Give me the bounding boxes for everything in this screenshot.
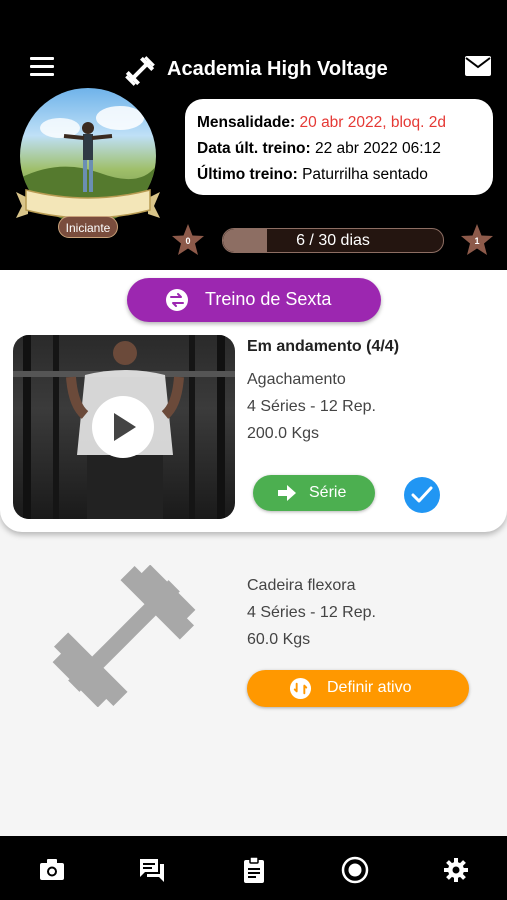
play-video-button[interactable] (92, 396, 154, 458)
exercise-sets: 4 Séries - 12 Rep. (247, 398, 376, 415)
play-icon (114, 413, 136, 441)
fee-label: Mensalidade: (197, 114, 296, 131)
arrow-right-icon (278, 485, 296, 501)
mail-icon[interactable] (465, 56, 491, 76)
dumbbell-icon (125, 56, 155, 86)
app-title: Academia High Voltage (167, 58, 388, 80)
star-left-icon: 0 (171, 223, 205, 257)
fee-value: 20 abr 2022, bloq. 2d (299, 114, 447, 131)
star-right-count: 1 (474, 236, 480, 246)
fee-row: Mensalidade: 20 abr 2022, bloq. 2d (197, 110, 481, 136)
last-workout-row: Último treino: Paturrilha sentado (197, 162, 481, 188)
clipboard-icon[interactable] (240, 856, 268, 884)
last-date-value: 22 abr 2022 06:12 (314, 140, 441, 157)
next-exercise-weight: 60.0 Kgs (247, 631, 311, 648)
set-active-label: Definir ativo (327, 679, 412, 696)
swap-icon (166, 289, 188, 311)
profile-avatar[interactable]: Iniciante (14, 88, 162, 243)
membership-info-card: Mensalidade: 20 abr 2022, bloq. 2d Data … (185, 99, 493, 195)
serie-button[interactable]: Série (253, 475, 375, 511)
check-icon (411, 486, 433, 503)
exercise-weight: 200.0 Kgs (247, 425, 320, 442)
last-workout-label: Último treino: (197, 166, 298, 183)
next-exercise-name: Cadeira flexora (247, 577, 356, 594)
exercise-status: Em andamento (4/4) (247, 338, 400, 355)
complete-check-button[interactable] (404, 477, 440, 513)
star-left-count: 0 (185, 236, 191, 246)
set-active-button[interactable]: Definir ativo (247, 670, 469, 707)
last-date-row: Data últ. treino: 22 abr 2022 06:12 (197, 136, 481, 162)
serie-button-label: Série (309, 484, 347, 501)
camera-icon[interactable] (38, 856, 66, 884)
dumbbell-placeholder-icon (52, 565, 196, 707)
settings-icon[interactable] (442, 856, 470, 884)
header: Academia High Voltage Iniciante Mensalid… (0, 0, 507, 270)
last-workout-value: Paturrilha sentado (302, 166, 428, 183)
switch-workout-button[interactable]: Treino de Sexta (127, 278, 381, 322)
bottom-nav (0, 836, 507, 900)
menu-icon[interactable] (30, 57, 54, 77)
progress-text: 6 / 30 dias (296, 232, 370, 249)
exercise-name: Agachamento (247, 371, 346, 388)
sync-icon (289, 677, 312, 700)
chat-icon[interactable] (138, 856, 166, 884)
last-date-label: Data últ. treino: (197, 140, 311, 157)
level-badge: Iniciante (58, 216, 118, 238)
record-icon[interactable] (341, 856, 369, 884)
switch-workout-label: Treino de Sexta (205, 289, 332, 309)
star-right-icon: 1 (460, 223, 494, 257)
days-progress-bar: 6 / 30 dias (222, 228, 444, 253)
exercise-video-thumbnail[interactable] (13, 335, 235, 519)
next-exercise-sets: 4 Séries - 12 Rep. (247, 604, 376, 621)
